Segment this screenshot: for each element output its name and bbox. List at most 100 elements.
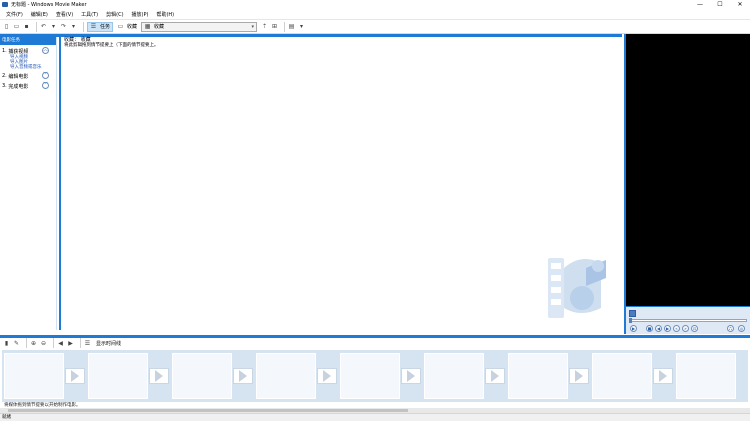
menu-tools[interactable]: 工具(T)	[81, 11, 98, 18]
snapshot-icon[interactable]: ◎	[738, 325, 745, 332]
toolbar-separator	[26, 338, 27, 348]
toolbar-separator	[53, 338, 54, 348]
folder-icon: ▭	[117, 23, 124, 30]
undo-icon[interactable]: ↶	[40, 23, 47, 30]
zoom-out-icon[interactable]: ⊖	[40, 340, 47, 347]
transition-arrow-icon	[407, 370, 415, 382]
minimize-button[interactable]: —	[690, 0, 710, 9]
forward-icon[interactable]: »	[682, 325, 689, 332]
menu-help[interactable]: 帮助(H)	[156, 11, 174, 18]
transition-slot[interactable]	[484, 353, 506, 399]
transition-box	[653, 368, 673, 384]
playback-controls: ▶ ■ ◀ ▶ « » ⊡ ⎍ ◎	[626, 306, 750, 334]
menu-view[interactable]: 查看(V)	[56, 11, 73, 18]
menu-play[interactable]: 播放(P)	[132, 11, 149, 18]
task-section-edit: 2. 编辑电影 ﹀	[0, 72, 56, 80]
save-icon[interactable]: ▪	[23, 23, 30, 30]
toolbar-separator	[36, 21, 37, 32]
new-file-icon[interactable]: ▯	[3, 23, 10, 30]
transition-slot[interactable]	[232, 353, 254, 399]
app-icon	[2, 2, 8, 7]
transition-arrow-icon	[71, 370, 79, 382]
task-number: 1.	[2, 48, 7, 54]
new-collection-icon[interactable]: ⊞	[271, 23, 278, 30]
storyboard-frame[interactable]	[340, 353, 400, 399]
pane-header: 电影任务	[0, 37, 56, 45]
toolbar: ▯ ▭ ▪ ↶ ▾ ↷ ▾ ☰ 任务 ▭ 收藏 ▦ 收藏 ▾ ⇡ ⊞ ▤ ▾	[0, 19, 750, 34]
toolbar-separator	[284, 21, 286, 32]
task-title-finish[interactable]: 3. 完成电影 ﹀	[2, 82, 56, 90]
task-number: 3.	[2, 83, 7, 89]
task-title-capture[interactable]: 1. 捕获视频 ︿	[2, 47, 56, 55]
menu-edit[interactable]: 编辑(E)	[31, 11, 48, 18]
rewind-storyboard-icon[interactable]: ◀	[57, 340, 64, 347]
title-bar: 无标题 - Windows Movie Maker — ☐ ✕	[0, 0, 750, 9]
storyboard-frame[interactable]	[676, 353, 736, 399]
seek-thumb[interactable]	[629, 318, 632, 323]
transition-slot[interactable]	[400, 353, 422, 399]
narration-icon[interactable]: ✎	[13, 340, 20, 347]
task-title-label: 编辑电影	[8, 73, 29, 80]
transition-slot[interactable]	[148, 353, 170, 399]
transition-box	[233, 368, 253, 384]
toolbar-separator	[83, 21, 84, 32]
transition-box	[569, 368, 589, 384]
timeline-icon[interactable]: ☰	[84, 340, 91, 347]
transition-slot[interactable]	[316, 353, 338, 399]
close-button[interactable]: ✕	[730, 0, 750, 9]
storyboard-track[interactable]	[2, 350, 748, 402]
task-title-label: 完成电影	[8, 83, 29, 90]
transition-box	[65, 368, 85, 384]
import-audio-link[interactable]: 导入音频或音乐	[2, 65, 56, 70]
film-music-watermark-icon	[548, 258, 606, 318]
stop-icon[interactable]: ■	[646, 325, 653, 332]
collection-dropdown[interactable]: ▦ 收藏 ▾	[141, 21, 258, 32]
show-timeline-label[interactable]: 显示时间线	[96, 340, 121, 347]
storyboard-icon[interactable]: ▮	[3, 340, 10, 347]
storyboard-frame[interactable]	[4, 353, 64, 399]
storyboard: ▮ ✎ ⊕ ⊖ ◀ ▶ ☰ 显示时间线 将媒体拖到情节提要以开始制作电影。	[0, 335, 750, 413]
storyboard-frame[interactable]	[592, 353, 652, 399]
play-storyboard-icon[interactable]: ▶	[67, 340, 74, 347]
preview-screen	[626, 34, 750, 306]
scrollbar-thumb[interactable]	[8, 409, 408, 412]
dropdown-arrow-icon[interactable]: ▾	[70, 23, 77, 30]
transition-slot[interactable]	[568, 353, 590, 399]
task-number: 2.	[2, 73, 7, 79]
transition-slot[interactable]	[652, 353, 674, 399]
tasks-button[interactable]: ☰ 任务	[87, 21, 114, 32]
chevron-down-icon[interactable]: ﹀	[42, 82, 49, 89]
rewind-icon[interactable]: «	[673, 325, 680, 332]
dropdown-arrow-icon[interactable]: ▾	[50, 23, 57, 30]
collections-button[interactable]: ▭ 收藏	[115, 22, 139, 32]
chevron-up-icon[interactable]: ︿	[42, 47, 49, 54]
play-icon[interactable]: ▶	[630, 325, 637, 332]
views-icon[interactable]: ▤	[288, 23, 295, 30]
transition-arrow-icon	[323, 370, 331, 382]
task-title-label: 捕获视频	[8, 48, 29, 55]
seek-bar[interactable]	[629, 318, 747, 323]
storyboard-toolbar: ▮ ✎ ⊕ ⊖ ◀ ▶ ☰ 显示时间线	[0, 338, 750, 348]
transition-arrow-icon	[155, 370, 163, 382]
split-clip-icon[interactable]: ⎍	[727, 325, 734, 332]
maximize-button[interactable]: ☐	[710, 0, 730, 9]
next-frame-icon[interactable]: ▶	[664, 325, 671, 332]
chevron-down-icon[interactable]: ﹀	[42, 72, 49, 79]
transition-slot[interactable]	[64, 353, 86, 399]
storyboard-frame[interactable]	[424, 353, 484, 399]
zoom-in-icon[interactable]: ⊕	[30, 340, 37, 347]
menu-clip[interactable]: 剪辑(C)	[106, 11, 123, 18]
transition-box	[401, 368, 421, 384]
up-folder-icon[interactable]: ⇡	[261, 23, 268, 30]
dropdown-arrow-icon[interactable]: ▾	[298, 23, 305, 30]
task-title-edit[interactable]: 2. 编辑电影 ﹀	[2, 72, 56, 80]
storyboard-frame[interactable]	[508, 353, 568, 399]
redo-icon[interactable]: ↷	[60, 23, 67, 30]
storyboard-frame[interactable]	[256, 353, 316, 399]
fullscreen-icon[interactable]: ⊡	[691, 325, 698, 332]
storyboard-frame[interactable]	[172, 353, 232, 399]
open-folder-icon[interactable]: ▭	[13, 23, 20, 30]
previous-frame-icon[interactable]: ◀	[655, 325, 662, 332]
menu-file[interactable]: 文件(F)	[6, 11, 23, 18]
storyboard-frame[interactable]	[88, 353, 148, 399]
